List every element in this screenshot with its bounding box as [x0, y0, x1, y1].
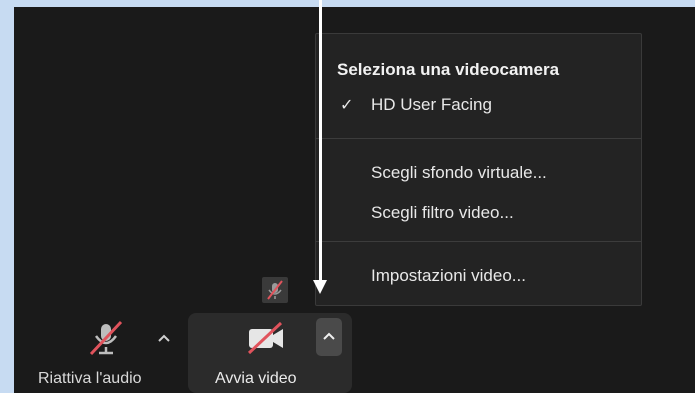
menu-item-label: Scegli sfondo virtuale... — [371, 163, 547, 182]
menu-heading: Seleziona una videocamera — [337, 60, 560, 79]
audio-options-chevron-up-icon[interactable] — [155, 330, 173, 346]
annotation-arrow-head — [313, 280, 327, 294]
menu-divider — [316, 241, 641, 242]
menu-item-label: Impostazioni video... — [371, 266, 526, 285]
menu-item-video-filter[interactable]: Scegli filtro video... — [316, 198, 641, 228]
microphone-muted-icon — [88, 320, 124, 356]
checkmark-icon: ✓ — [340, 97, 354, 114]
audio-button-label: Riattiva l'audio — [38, 370, 142, 387]
menu-item-label: HD User Facing — [371, 95, 492, 114]
camera-menu: Seleziona una videocamera ✓ HD User Faci… — [315, 33, 642, 306]
unmute-audio-button[interactable]: Riattiva l'audio — [30, 313, 190, 393]
video-options-chevron-up-icon[interactable] — [316, 318, 342, 356]
video-camera-off-icon — [245, 321, 289, 355]
video-button-label: Avvia video — [215, 370, 297, 387]
menu-divider — [316, 138, 641, 139]
menu-item-hd-user-facing[interactable]: ✓ HD User Facing — [316, 90, 641, 120]
menu-item-virtual-background[interactable]: Scegli sfondo virtuale... — [316, 158, 641, 188]
mute-indicator-icon — [262, 277, 288, 303]
start-video-button[interactable]: Avvia video — [188, 313, 352, 393]
menu-item-label: Scegli filtro video... — [371, 203, 514, 222]
menu-item-video-settings[interactable]: Impostazioni video... — [316, 261, 641, 291]
annotation-arrow-line — [319, 0, 322, 280]
